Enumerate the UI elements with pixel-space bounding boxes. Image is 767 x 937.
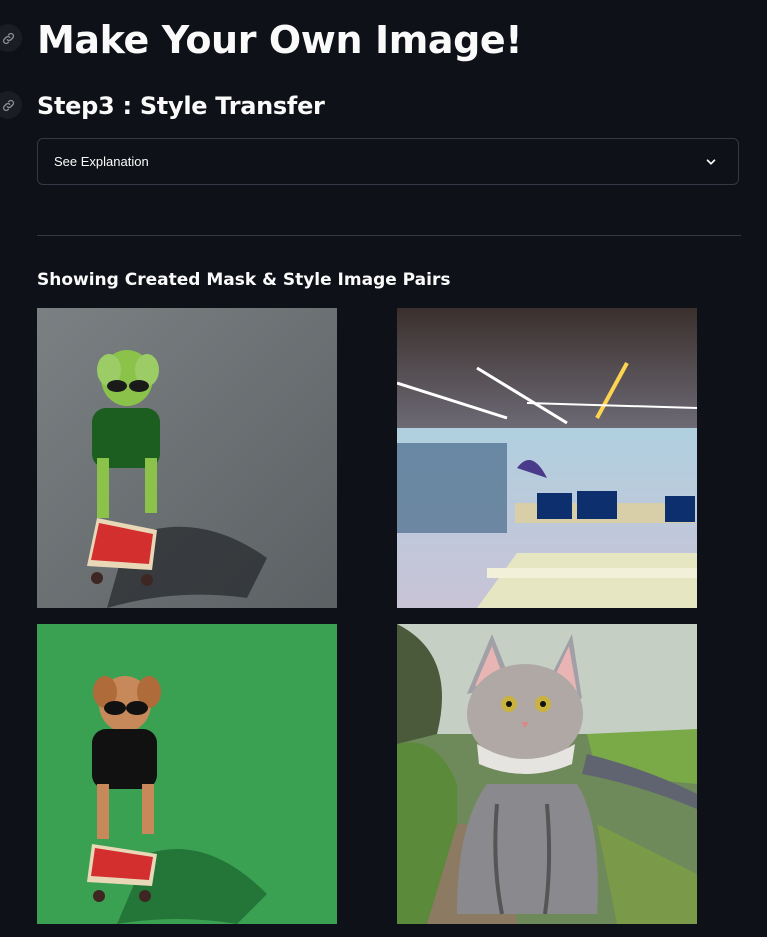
mask-image-2 bbox=[37, 624, 337, 924]
section-heading: Showing Created Mask & Style Image Pairs bbox=[37, 270, 451, 290]
app-page: Make Your Own Image! Step3 : Style Trans… bbox=[0, 0, 767, 937]
step-heading: Step3 : Style Transfer bbox=[37, 92, 325, 120]
expander-label: See Explanation bbox=[54, 154, 149, 169]
divider bbox=[37, 235, 741, 236]
link-anchor-icon[interactable] bbox=[0, 91, 22, 119]
mask-image-1 bbox=[37, 308, 337, 608]
chevron-down-icon bbox=[706, 158, 716, 165]
page-title: Make Your Own Image! bbox=[37, 18, 523, 62]
style-image-2 bbox=[397, 624, 697, 924]
explanation-expander[interactable]: See Explanation bbox=[37, 138, 739, 185]
style-image-1 bbox=[397, 308, 697, 608]
link-anchor-icon[interactable] bbox=[0, 24, 22, 52]
